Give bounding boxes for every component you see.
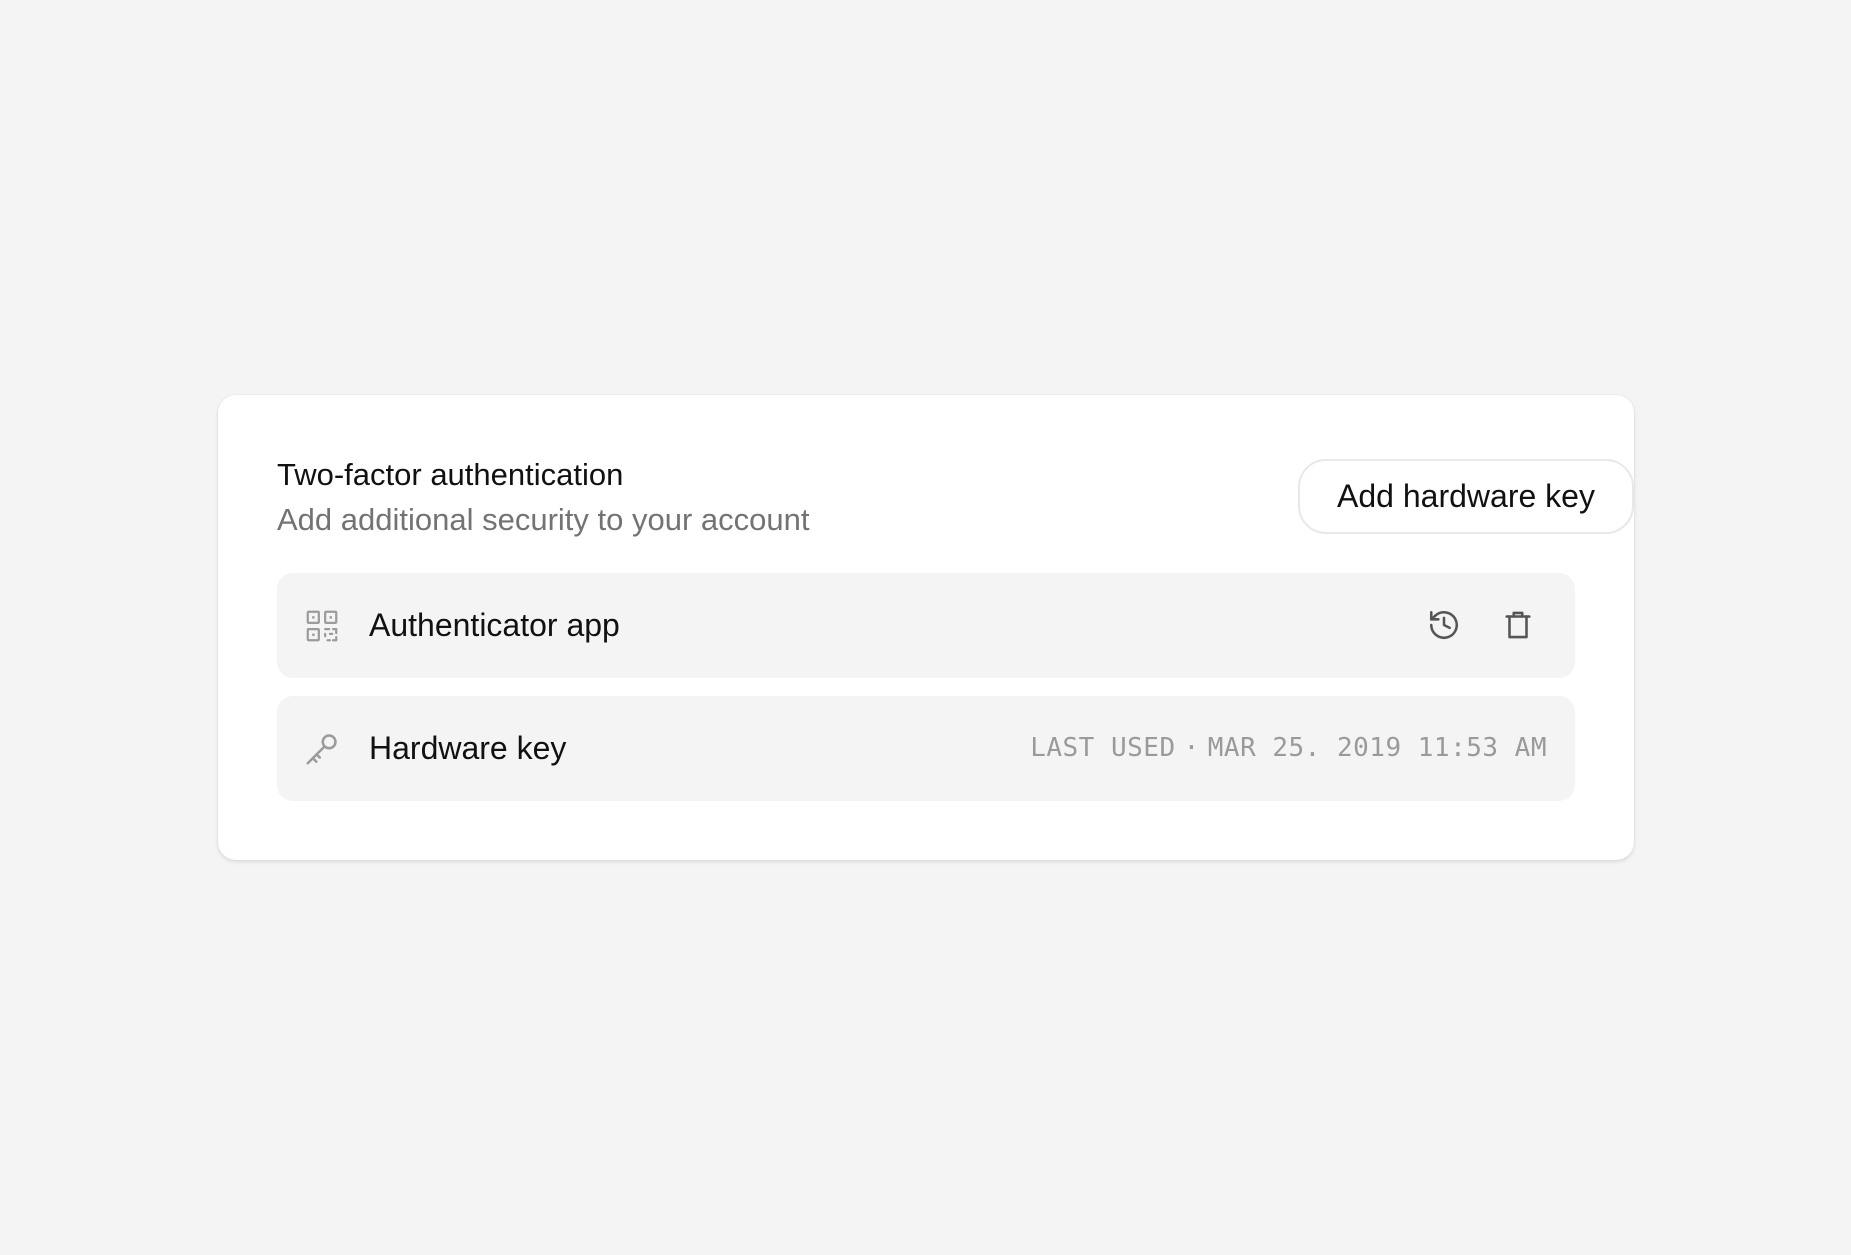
history-icon [1429, 610, 1459, 640]
history-button[interactable] [1415, 599, 1473, 651]
key-icon [306, 734, 337, 765]
card-title: Two-factor authentication [277, 457, 624, 492]
trash-icon [1505, 611, 1531, 639]
last-used-timestamp: MAR 25. 2019 11:53 AM [1207, 733, 1547, 763]
two-factor-card: Two-factor authentication Add additional… [218, 395, 1634, 860]
authenticator-app-row: Authenticator app [277, 573, 1575, 678]
delete-button[interactable] [1489, 599, 1547, 651]
qr-code-icon [306, 610, 338, 642]
separator-dot: · [1183, 733, 1200, 763]
card-subtitle: Add additional security to your account [277, 502, 810, 537]
last-used-info: LAST USED · MAR 25. 2019 11:53 AM [1030, 696, 1547, 801]
authenticator-actions [1415, 599, 1547, 651]
add-hardware-key-button[interactable]: Add hardware key [1298, 459, 1634, 534]
last-used-label: LAST USED [1030, 733, 1176, 763]
hardware-key-label: Hardware key [369, 730, 567, 766]
authenticator-app-label: Authenticator app [369, 607, 620, 643]
hardware-key-row: Hardware key LAST USED · MAR 25. 2019 11:5… [277, 696, 1575, 801]
